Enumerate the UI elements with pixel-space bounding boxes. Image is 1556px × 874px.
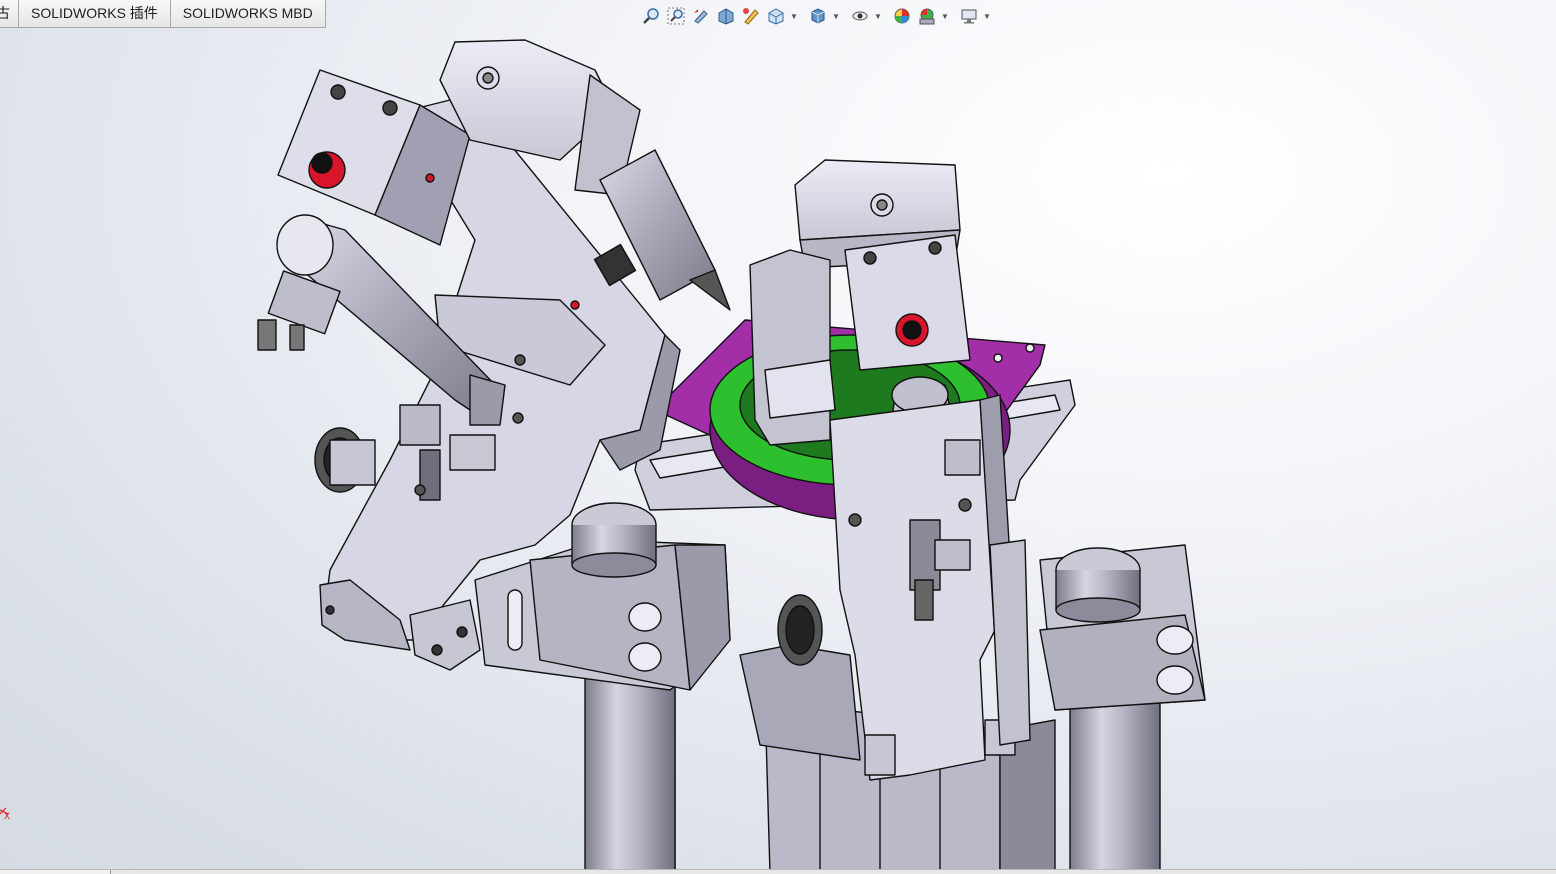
view-settings-dropdown-icon[interactable]: ▼	[983, 5, 991, 27]
display-style-icon[interactable]	[807, 5, 829, 27]
display-style-dropdown-icon[interactable]: ▼	[832, 5, 840, 27]
right-clamp-block	[1039, 544, 1206, 711]
dynamic-annotation-icon[interactable]	[740, 5, 762, 27]
triad-x-label: X	[4, 811, 10, 821]
view-settings-icon[interactable]	[958, 5, 980, 27]
apply-scene-icon[interactable]	[916, 5, 938, 27]
hide-show-items-icon[interactable]	[849, 5, 871, 27]
reference-triad-icon: X	[0, 807, 10, 821]
tab-evaluate[interactable]: 古	[0, 0, 19, 28]
hide-show-dropdown-icon[interactable]: ▼	[874, 5, 882, 27]
edit-appearance-icon[interactable]	[891, 5, 913, 27]
view-orientation-icon[interactable]	[765, 5, 787, 27]
graphics-area[interactable]	[0, 0, 1556, 874]
command-manager-tabs: 古 SOLIDWORKS 插件 SOLIDWORKS MBD	[0, 0, 326, 28]
view-orientation-dropdown-icon[interactable]: ▼	[790, 5, 798, 27]
zoom-to-fit-icon[interactable]	[640, 5, 662, 27]
section-view-icon[interactable]	[715, 5, 737, 27]
tab-solidworks-mbd[interactable]: SOLIDWORKS MBD	[170, 0, 326, 28]
bottom-scroll-tabs	[0, 869, 1556, 874]
previous-view-icon[interactable]	[690, 5, 712, 27]
tab-solidworks-addins[interactable]: SOLIDWORKS 插件	[19, 0, 171, 28]
zoom-to-area-icon[interactable]	[665, 5, 687, 27]
apply-scene-dropdown-icon[interactable]: ▼	[941, 5, 949, 27]
solidworks-window: 古 SOLIDWORKS 插件 SOLIDWORKS MBD ▼ ▼ ▼ ▼ ▼…	[0, 0, 1556, 874]
model-tab-strip[interactable]	[0, 870, 111, 874]
heads-up-view-toolbar: ▼ ▼ ▼ ▼ ▼	[640, 4, 997, 28]
left-column	[584, 659, 676, 874]
